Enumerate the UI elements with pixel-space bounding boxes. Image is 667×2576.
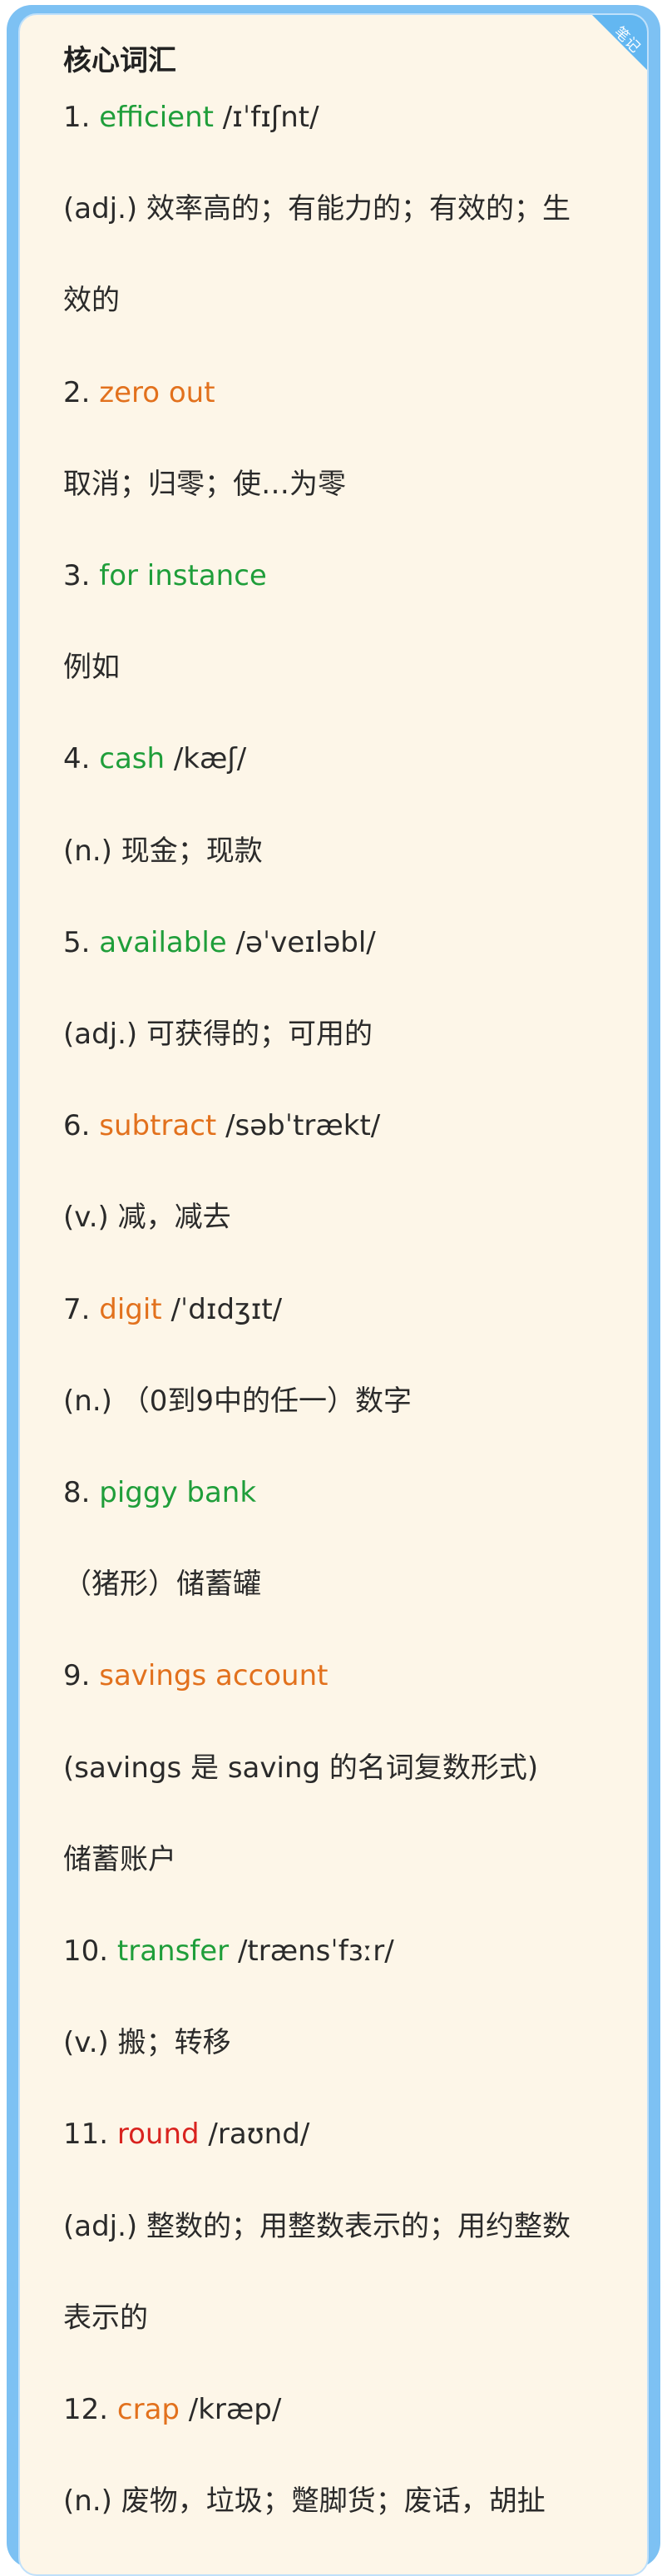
- entry-definition: (n.) 废物，垃圾；蹩脚货；废话，胡扯: [63, 2484, 546, 2519]
- entry-definition: (adj.) 整数的；用整数表示的；用约整数: [63, 2209, 571, 2243]
- entry-definition: (adj.) 可获得的；可用的: [63, 1018, 373, 1051]
- vocab-card: 笔记 核心词汇 1. efficient /ɪˈfɪʃnt/(adj.) 效率高…: [18, 13, 649, 2576]
- entry-word: round: [116, 2118, 200, 2152]
- entry-number: 3.: [63, 559, 100, 592]
- entry-definition: (n.) （0到9中的任一）数字: [63, 1384, 412, 1418]
- vocab-entry: 9. savings account: [63, 1662, 328, 1690]
- entry-definition: (v.) 搬；转移: [63, 2026, 231, 2060]
- entry-number: 7.: [63, 1292, 100, 1326]
- entry-definition: 表示的: [63, 2301, 148, 2335]
- entry-definition: 效的: [63, 284, 120, 318]
- entry-number: 8.: [63, 1476, 100, 1509]
- entry-phonetic: /ˈdɪdʒɪt/: [161, 1292, 283, 1326]
- entry-word: available: [99, 925, 227, 959]
- entry-definition: (v.) 减，减去: [63, 1201, 231, 1235]
- entry-definition: 例如: [63, 651, 120, 685]
- entry-word: transfer: [116, 1934, 230, 1968]
- entry-definition: (n.) 现金；现款: [63, 834, 263, 868]
- vocab-entry: 12. crap /kræp/: [63, 2395, 281, 2424]
- entry-phonetic: /raʊnd/: [199, 2118, 310, 2152]
- entry-phonetic: /səbˈtrækt/: [216, 1109, 381, 1143]
- entry-number: 6.: [63, 1109, 100, 1143]
- entry-word: subtract: [99, 1109, 217, 1143]
- entry-definition: (adj.) 效率高的；有能力的；有效的；生: [63, 192, 571, 226]
- vocab-entry: 8. piggy bank: [63, 1479, 256, 1507]
- entry-word: for instance: [99, 559, 267, 592]
- entry-phonetic: /kæʃ/: [165, 742, 247, 776]
- entry-word: efficient: [99, 101, 214, 134]
- vocab-entry: 7. digit /ˈdɪdʒɪt/: [63, 1295, 282, 1324]
- vocab-entry: 1. efficient /ɪˈfɪʃnt/: [63, 103, 319, 131]
- entry-number: 5.: [63, 925, 100, 959]
- entry-word: digit: [99, 1292, 162, 1326]
- entry-word: crap: [116, 2393, 180, 2426]
- entry-number: 9.: [63, 1659, 100, 1693]
- vocab-entry: 11. round /raʊnd/: [63, 2120, 309, 2148]
- entry-number: 10.: [63, 1934, 117, 1968]
- vocab-entry: 2. zero out: [63, 379, 215, 407]
- entry-number: 2.: [63, 375, 100, 409]
- vocab-entry: 4. cash /kæʃ/: [63, 745, 246, 773]
- entry-definition: 储蓄账户: [63, 1842, 176, 1876]
- vocab-entry: 6. subtract /səbˈtrækt/: [63, 1112, 380, 1140]
- entry-definition: （猪形）储蓄罐: [63, 1568, 261, 1602]
- entry-word: zero out: [99, 375, 215, 409]
- vocab-entry: 5. available /əˈveɪləbl/: [63, 929, 376, 957]
- entry-phonetic: /kræp/: [179, 2393, 282, 2426]
- vocab-entry: 10. transfer /trænsˈfɜːr/: [63, 1937, 394, 1965]
- entry-number: 4.: [63, 742, 100, 776]
- entry-definition: 取消；归零；使…为零: [63, 467, 346, 501]
- entry-phonetic: /trænsˈfɜːr/: [229, 1934, 394, 1968]
- entry-word: savings account: [99, 1659, 329, 1693]
- entry-number: 1.: [63, 101, 100, 134]
- card-title: 核心词汇: [63, 44, 176, 77]
- entry-number: 12.: [63, 2393, 117, 2426]
- entry-phonetic: /əˈveɪləbl/: [226, 925, 376, 959]
- vocab-entry: 3. for instance: [63, 562, 267, 590]
- entry-word: piggy bank: [99, 1476, 257, 1509]
- entry-definition: (savings 是 saving 的名词复数形式): [63, 1751, 539, 1785]
- entry-word: cash: [99, 742, 166, 776]
- entry-number: 11.: [63, 2118, 117, 2152]
- entry-phonetic: /ɪˈfɪʃnt/: [213, 101, 319, 134]
